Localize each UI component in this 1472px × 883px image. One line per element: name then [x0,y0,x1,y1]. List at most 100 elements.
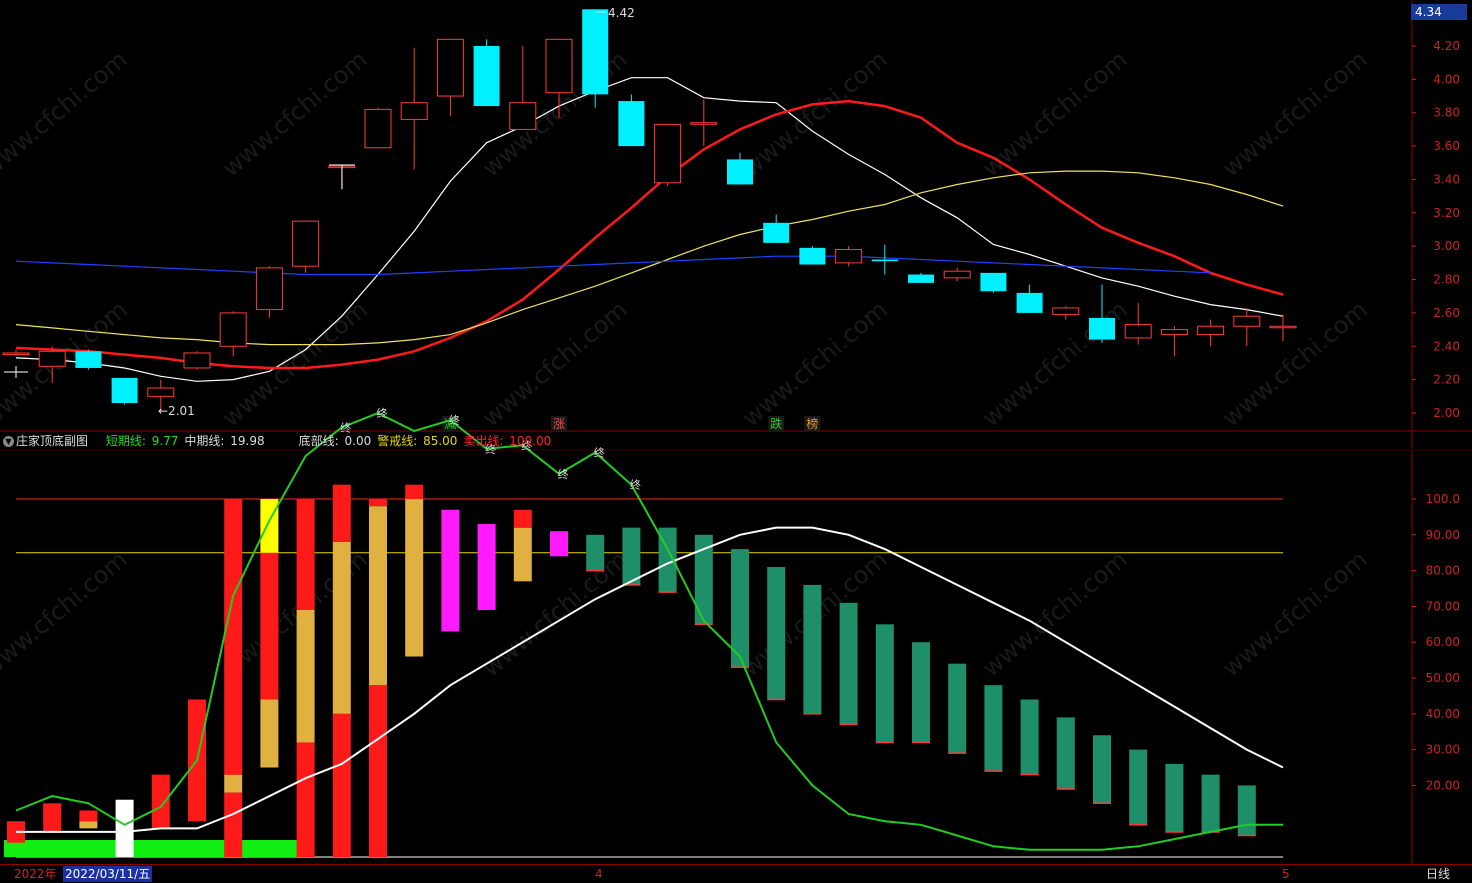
indicator-legend: 短期线: 9.77 中期线: 19.98 底部线: 0.00 警戒线: 85.00 卖出… [106,434,557,448]
candle-body-up [1233,315,1261,327]
candle-body-up [364,108,392,149]
price-tick-label: 3.40 [1433,172,1460,186]
indicator-bar-segment [912,642,930,743]
candle-body-up [1160,329,1188,336]
collapse-icon[interactable]: ▼ [3,436,14,447]
legend-value: 19.98 [230,434,265,448]
indicator-tick-label: 60.00 [1426,635,1460,649]
indicator-bar-segment [622,527,641,585]
legend-label: 警戒线: [377,434,422,448]
candle-body-up [509,102,537,130]
indicator-title: 庄家顶底副图 [16,434,89,448]
price-tick-label: 2.40 [1433,339,1460,353]
candle-body-up [654,123,682,184]
low-price-label: ←2.01 [158,404,195,418]
indicator-bar-segment [296,742,315,857]
signal-marker: 跌 [770,416,782,431]
indicator-bar-segment [369,499,387,507]
indicator-bar-segment [1093,735,1111,804]
indicator-bar-segment [260,552,279,700]
indicator-tick-label: 100.0 [1426,492,1460,506]
indicator-tick-label: 80.00 [1426,564,1460,578]
candle-body-down [75,351,102,368]
indicator-panel[interactable]: 终终终终 终终终终 [4,406,1284,858]
indicator-bar-segment [224,792,243,857]
indicator-tick-label: 30.00 [1426,743,1460,757]
legend-value: 100.00 [509,434,552,448]
indicator-tick-label: 40.00 [1426,707,1460,721]
candle-body-down [980,272,1007,292]
bottom-signal-bar [4,840,308,857]
indicator-bar-segment [79,810,98,822]
indicator-bar-segment [1020,699,1039,775]
legend-label: 底部线: [298,434,343,448]
candle-body-down [727,159,753,185]
indicator-bar-segment [803,584,822,714]
indicator-bar-segment [260,499,279,553]
indicator-bar-segment [332,484,351,542]
candle-body-up [943,270,971,279]
indicator-bar-segment [767,567,786,700]
indicator-bar-segment [1201,774,1220,832]
watermark-text: www.cfchi.com [737,45,893,182]
watermark-text: www.cfchi.com [0,545,133,682]
watermark-text: www.cfchi.com [217,45,373,182]
indicator-bar-segment [550,531,568,557]
indicator-bar-segment [332,541,351,714]
indicator-bar-segment [224,774,243,793]
indicator-header: ▼ 庄家顶底副图 短期线: 9.77 中期线: 19.98 底部线: 0.00 警戒线:… [0,432,559,450]
indicator-bar-segment [586,534,605,571]
candle-body-up [38,350,66,367]
candle-body-up [255,267,283,311]
legend-label: 卖出线: [463,434,508,448]
month-marker-5: 5 [1282,867,1290,881]
indicator-bar-segment [839,602,858,725]
indicator-bar-segment [441,509,460,632]
candle-body-up [1269,325,1297,329]
candle-body-down [1089,317,1115,340]
indicator-bar-segment [948,663,967,754]
indicator-bar-segment [513,509,532,528]
candle-body-up [147,387,175,397]
indicator-bar-segment [405,499,424,657]
indicator-bar-segment [405,484,424,499]
indicator-bar-segment [1056,717,1075,789]
top-signal-marker: 终 [558,467,569,481]
price-tick-label: 3.20 [1433,206,1460,220]
price-tick-label: 2.00 [1433,406,1460,420]
candle-body-down [473,46,500,107]
candle-body-up [219,312,247,347]
indicator-bar-segment [151,774,170,829]
watermark-text: www.cfchi.com [977,545,1133,682]
candle-body-up [292,220,320,267]
indicator-bar-segment [1129,749,1148,825]
high-price-label: 4.42 [608,6,635,20]
time-axis-bar: 2022年 2022/03/11/五 4 5 日线 [0,864,1472,883]
top-signal-marker: 终 [630,478,641,492]
indicator-bar-segment [369,685,387,857]
watermark-text: www.cfchi.com [977,295,1133,432]
watermark-text: www.cfchi.com [1217,545,1373,682]
legend-value: 0.00 [344,434,372,448]
price-tick-label: 2.20 [1433,373,1460,387]
legend-label: 短期线: [105,434,150,448]
candle-body-down [582,9,609,95]
candle-body-down [871,259,898,262]
candle-body-down [111,377,138,403]
candle-body-up [2,352,30,355]
indicator-bar-segment [477,524,496,610]
indicator-bar-segment [369,506,387,686]
price-tick-label: 2.80 [1433,273,1460,287]
indicator-tick-label: 90.00 [1426,528,1460,542]
candle-body-down [763,222,790,243]
price-tick-label: 3.80 [1433,106,1460,120]
price-tick-label: 3.00 [1433,239,1460,253]
indicator-bar-segment [332,713,351,857]
signal-marker: 涨 [553,416,565,431]
period-selector[interactable]: 日线 [1426,866,1450,882]
signal-marker: 榜 [806,416,818,431]
ma-line-ma60 [15,255,1211,276]
watermark-text: www.cfchi.com [477,545,633,682]
price-tick-label: 4.20 [1433,39,1460,53]
indicator-bar-segment [224,499,243,775]
